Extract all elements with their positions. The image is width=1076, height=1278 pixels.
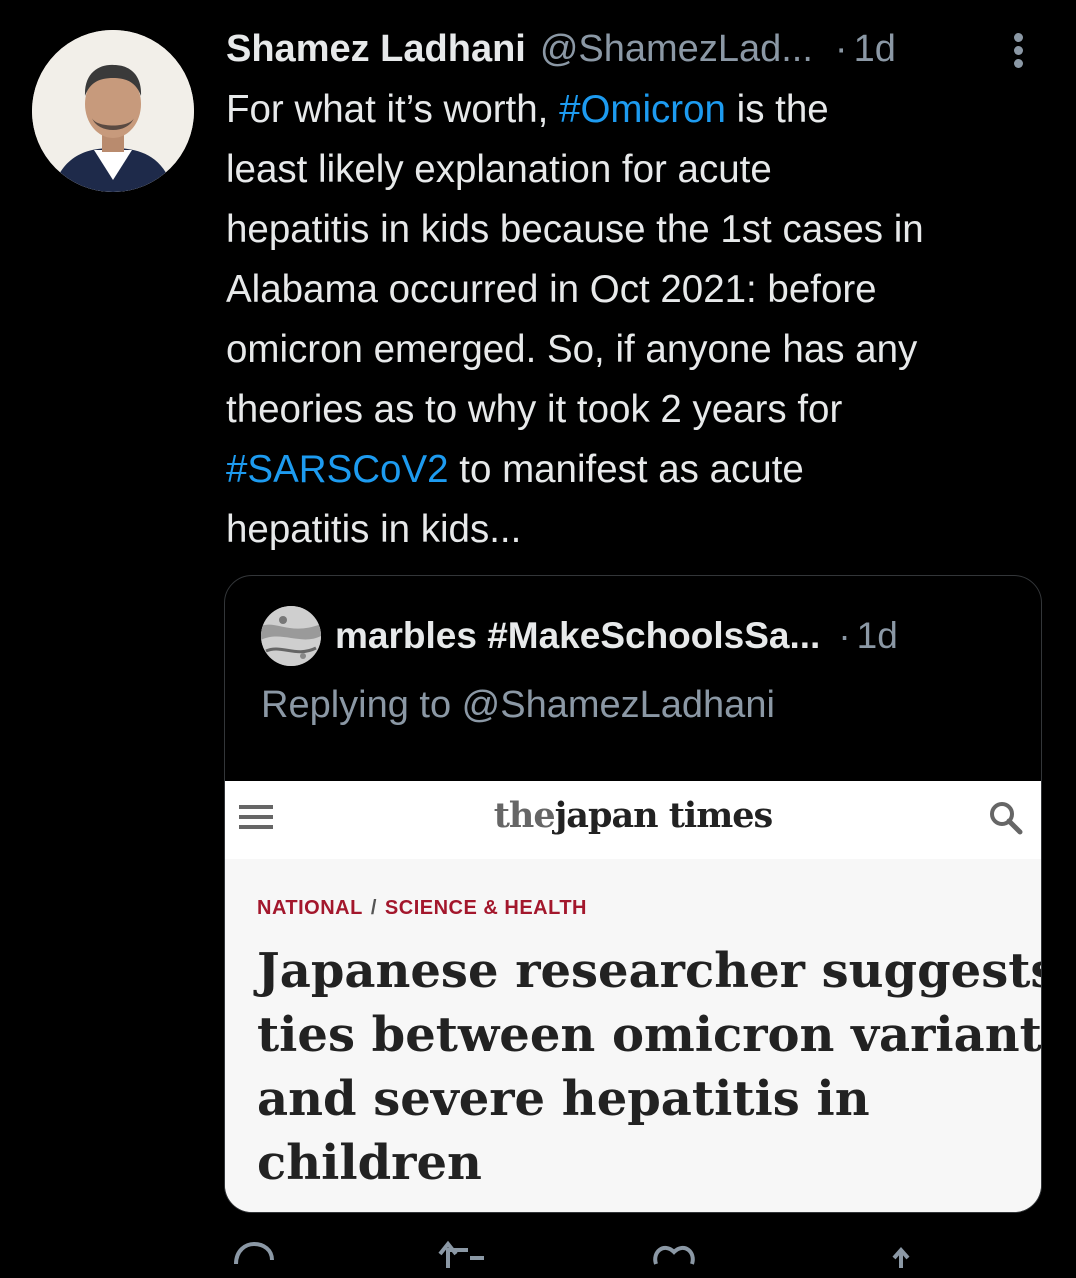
headline-line: Japanese researcher suggests xyxy=(257,943,1042,999)
logo-the: the xyxy=(493,795,556,836)
retweet-icon xyxy=(438,1240,484,1268)
japan-times-navbar: thejapan times xyxy=(225,781,1041,859)
retweet-button[interactable] xyxy=(438,1238,494,1278)
author-handle[interactable]: @ShamezLad... xyxy=(540,28,813,71)
tweet-text-line: least likely explanation for acute xyxy=(226,140,1056,200)
tweet-text-line: For what it’s worth, #Omicron is the xyxy=(226,80,1056,140)
tweet-text-segment: is the xyxy=(725,88,829,131)
section-primary: NATIONAL xyxy=(257,897,363,919)
quoted-tweet-header: marbles #MakeSchoolsSa... · 1d xyxy=(261,606,898,666)
reply-icon xyxy=(234,1241,274,1265)
tweet-text-line: theories as to why it took 2 years for xyxy=(226,380,1056,440)
headline-line: and severe hepatitis in xyxy=(257,1071,870,1127)
tweet-text-segment: to manifest as acute xyxy=(448,448,804,491)
author-name[interactable]: Shamez Ladhani xyxy=(226,28,526,71)
author-avatar[interactable] xyxy=(32,30,194,192)
tweet-text-segment: theories as to why it took 2 years for xyxy=(226,388,843,431)
tweet-text-line: Alabama occurred in Oct 2021: before xyxy=(226,260,1056,320)
tweet-actions xyxy=(224,1238,1044,1278)
section-separator: / xyxy=(370,897,377,919)
marble-avatar-icon xyxy=(261,606,321,666)
quoted-timestamp[interactable]: 1d xyxy=(857,615,898,657)
time-separator: · xyxy=(834,27,848,70)
quoted-time-separator: · xyxy=(838,615,851,656)
quoted-tweet[interactable]: marbles #MakeSchoolsSa... · 1d Replying … xyxy=(224,575,1042,1213)
quoted-article-image[interactable]: thejapan times NATIONAL / SCIENCE & HEALTH… xyxy=(225,781,1041,1212)
tweet-text-segment: least likely explanation for acute xyxy=(226,148,772,191)
hashtag-link[interactable]: #SARSCoV2 xyxy=(226,448,449,491)
like-icon xyxy=(653,1245,695,1265)
replying-to: Replying to @ShamezLadhani xyxy=(261,684,775,726)
share-button[interactable] xyxy=(886,1238,916,1278)
tweet-text-segment: For what it’s worth, xyxy=(226,88,560,131)
tweet-text-segment: hepatitis in kids... xyxy=(226,508,522,551)
tweet-header: Shamez Ladhani @ShamezLad... · 1d xyxy=(226,26,1036,72)
japan-times-logo: thejapan times xyxy=(225,795,1041,836)
logo-name: japan times xyxy=(554,795,774,836)
tweet-text-segment: omicron emerged. So, if anyone has any xyxy=(226,328,918,371)
tweet-timestamp[interactable]: 1d xyxy=(854,28,896,71)
share-icon xyxy=(892,1246,910,1268)
tweet-text: For what it’s worth, #Omicron is the leas… xyxy=(226,80,1056,560)
hashtag-link[interactable]: #Omicron xyxy=(559,88,726,131)
headline-line: children xyxy=(257,1135,482,1191)
article-body: NATIONAL / SCIENCE & HEALTH Japanese resea… xyxy=(225,859,1041,1212)
like-button[interactable] xyxy=(650,1238,698,1278)
quoted-author-name[interactable]: marbles #MakeSchoolsSa... xyxy=(335,615,820,657)
tweet-text-line: hepatitis in kids... xyxy=(226,500,1056,560)
profile-photo-icon xyxy=(32,30,194,192)
tweet-text-segment: Alabama occurred in Oct 2021: before xyxy=(226,268,877,311)
tweet-text-line: #SARSCoV2 to manifest as acute xyxy=(226,440,1056,500)
section-secondary: SCIENCE & HEALTH xyxy=(384,897,587,919)
article-section: NATIONAL / SCIENCE & HEALTH xyxy=(257,897,587,920)
headline-line: ties between omicron variant xyxy=(257,1007,1042,1063)
article-headline: Japanese researcher suggests ties betwee… xyxy=(257,939,1042,1195)
more-options-icon[interactable] xyxy=(1008,30,1028,70)
tweet-text-segment: hepatitis in kids because the 1st cases … xyxy=(226,208,924,251)
quoted-author-avatar[interactable] xyxy=(261,606,321,666)
tweet-text-line: omicron emerged. So, if anyone has any xyxy=(226,320,1056,380)
search-icon xyxy=(987,799,1025,837)
reply-button[interactable] xyxy=(230,1238,276,1278)
tweet-text-line: hepatitis in kids because the 1st cases … xyxy=(226,200,1056,260)
